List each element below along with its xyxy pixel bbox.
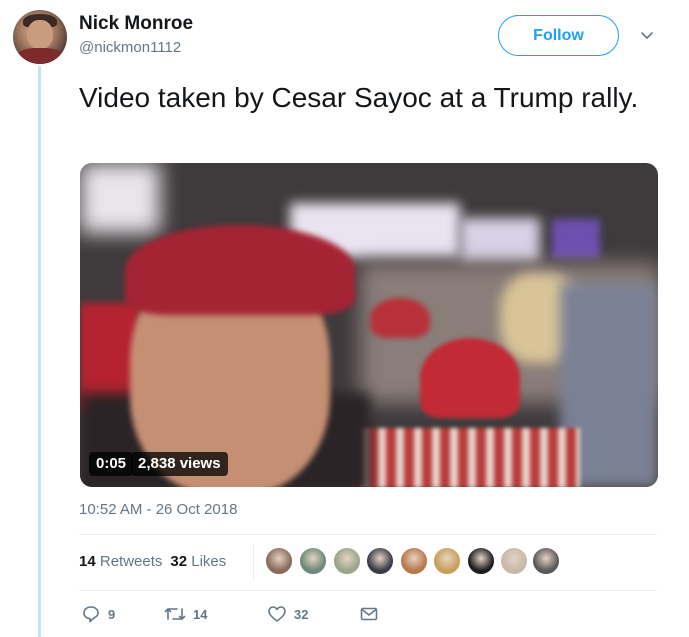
author-handle[interactable]: @nickmon1112 [79,39,181,56]
reply-button[interactable]: 9 [81,602,115,626]
video-elapsed-badge: 0:05 [89,452,134,476]
reply-icon [81,604,101,624]
chevron-down-icon[interactable] [638,26,656,44]
video-frame-light [80,163,160,233]
divider [79,534,657,535]
thread-line [38,66,41,637]
like-button[interactable]: 32 [267,602,308,626]
likes-label: Likes [191,553,227,570]
author-name[interactable]: Nick Monroe [79,13,193,35]
liker-avatar-4[interactable] [366,547,394,575]
liker-avatar-5[interactable] [400,547,428,575]
video-frame-cap [420,338,520,418]
retweet-icon [164,604,186,624]
direct-message-button[interactable] [359,602,379,626]
divider [79,590,657,591]
liker-avatar-3[interactable] [333,547,361,575]
video-frame-cap [125,225,355,315]
heart-icon [267,604,287,624]
tweet-text: Video taken by Cesar Sayoc at a Trump ra… [79,82,639,113]
retweet-count: 14 [193,606,208,622]
liker-avatar-1[interactable] [265,547,293,575]
retweets-label: Retweets [99,553,163,570]
video-frame-cap [370,298,430,338]
like-count: 32 [294,606,309,622]
video-frame-screen [552,219,600,259]
retweet-button[interactable]: 14 [164,602,207,626]
video-frame-shirt [350,428,580,487]
engagement-stats: 14 Retweets 32 Likes [79,553,226,570]
likes-stat[interactable]: 32 Likes [170,553,226,570]
liker-avatar-6[interactable] [433,547,461,575]
follow-button[interactable]: Follow [498,15,619,56]
video-frame-stage [460,218,540,263]
retweets-stat[interactable]: 14 Retweets [79,553,162,570]
avatar-face [27,20,53,50]
liker-avatar-8[interactable] [500,547,528,575]
envelope-icon [359,604,379,624]
tweet-timestamp[interactable]: 10:52 AM - 26 Oct 2018 [79,501,237,518]
video-player[interactable]: 0:05 2,838 views [80,163,658,487]
liker-avatar-9[interactable] [532,547,560,575]
stats-separator [253,544,254,580]
liker-avatar-2[interactable] [299,547,327,575]
reply-count: 9 [108,606,116,622]
retweets-count: 14 [79,553,96,570]
author-avatar[interactable] [13,10,67,64]
avatar-shirt [17,48,63,64]
video-views-badge: 2,838 views [131,452,228,476]
liker-avatar-7[interactable] [467,547,495,575]
likes-count: 32 [170,553,188,570]
